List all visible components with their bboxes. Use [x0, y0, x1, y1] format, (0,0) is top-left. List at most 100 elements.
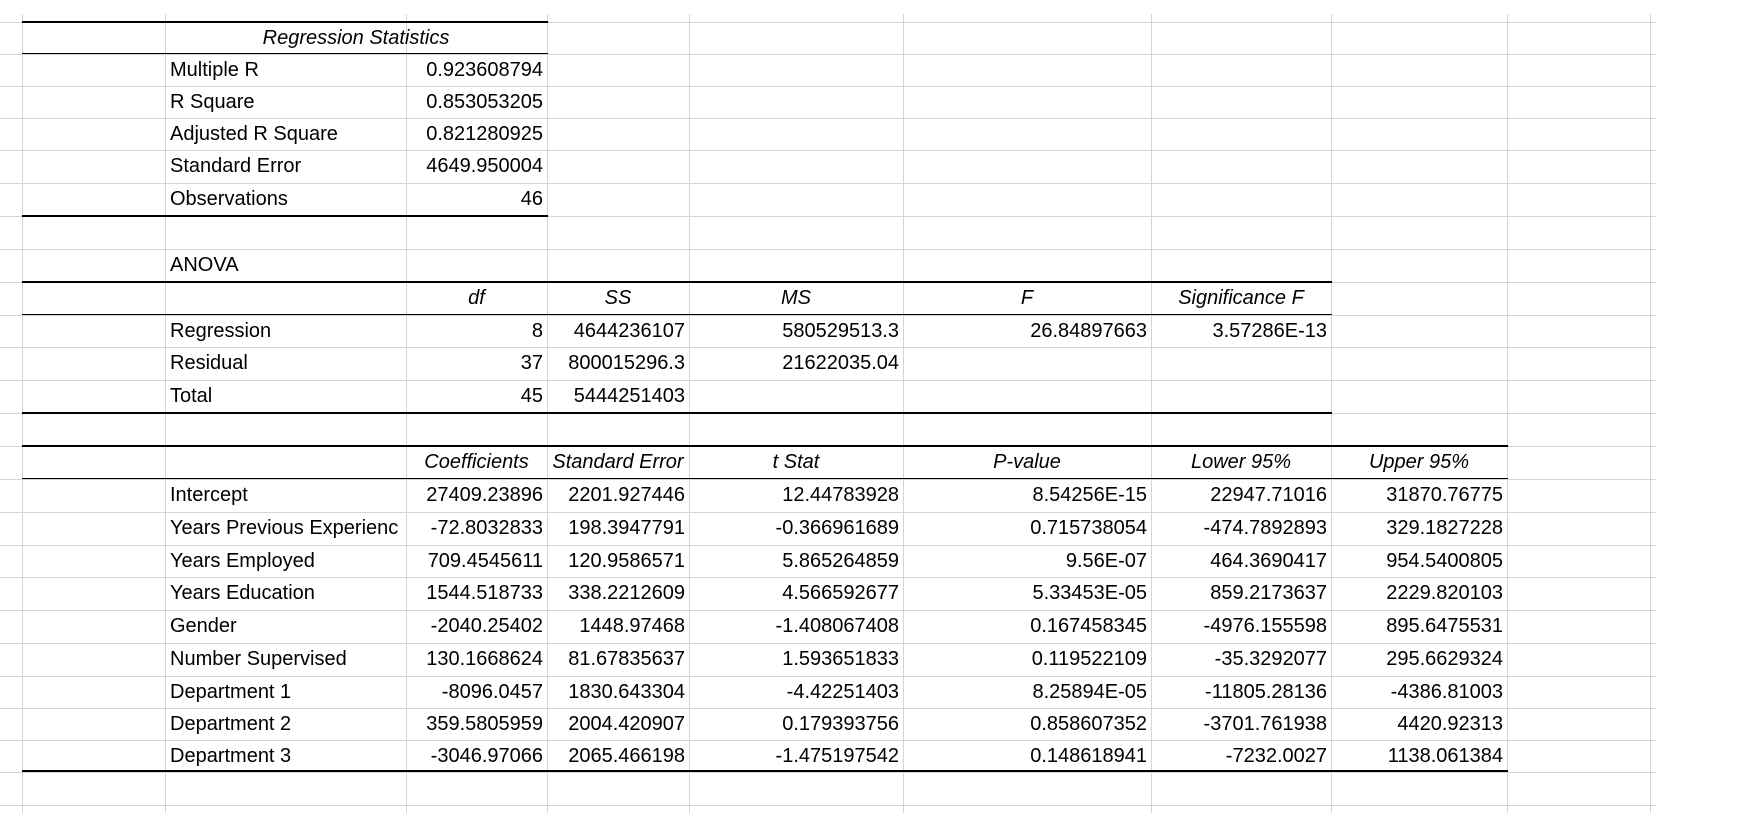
- spreadsheet-grid[interactable]: Regression Statistics Multiple R 0.92360…: [0, 0, 1749, 813]
- anova-header-f[interactable]: F: [903, 282, 1151, 314]
- coef-cell[interactable]: 12.44783928: [689, 479, 903, 511]
- stat-label[interactable]: Observations: [165, 183, 406, 215]
- coef-cell[interactable]: 5.33453E-05: [903, 577, 1151, 609]
- coef-row-label[interactable]: Department 2: [165, 708, 406, 740]
- coef-header-upper-95[interactable]: Upper 95%: [1331, 446, 1507, 478]
- coef-cell[interactable]: 81.67835637: [547, 643, 689, 675]
- coef-cell[interactable]: 0.148618941: [903, 740, 1151, 772]
- anova-cell[interactable]: 37: [406, 347, 547, 379]
- coef-cell[interactable]: 0.119522109: [903, 643, 1151, 675]
- coef-header-t-stat[interactable]: t Stat: [689, 446, 903, 478]
- coef-cell[interactable]: -474.7892893: [1151, 512, 1331, 544]
- anova-cell[interactable]: 4644236107: [547, 315, 689, 347]
- coef-row-label[interactable]: Years Previous Experienc: [165, 512, 406, 544]
- coef-cell[interactable]: 859.2173637: [1151, 577, 1331, 609]
- coef-cell[interactable]: 338.2212609: [547, 577, 689, 609]
- coef-header-p-value[interactable]: P-value: [903, 446, 1151, 478]
- coef-cell[interactable]: -8096.0457: [406, 676, 547, 708]
- stat-value[interactable]: 0.923608794: [406, 54, 547, 86]
- coef-cell[interactable]: 464.3690417: [1151, 545, 1331, 577]
- coef-row-label[interactable]: Gender: [165, 610, 406, 642]
- anova-row-label[interactable]: Regression: [165, 315, 406, 347]
- coef-cell[interactable]: -4976.155598: [1151, 610, 1331, 642]
- coef-cell[interactable]: 22947.71016: [1151, 479, 1331, 511]
- anova-cell[interactable]: 3.57286E-13: [1151, 315, 1331, 347]
- coef-cell[interactable]: 0.715738054: [903, 512, 1151, 544]
- coef-row-label[interactable]: Department 1: [165, 676, 406, 708]
- anova-header-ss[interactable]: SS: [547, 282, 689, 314]
- coef-cell[interactable]: 8.54256E-15: [903, 479, 1151, 511]
- anova-title[interactable]: ANOVA: [165, 249, 406, 281]
- coef-header-standard-error[interactable]: Standard Error: [547, 446, 689, 478]
- coef-cell[interactable]: 4.566592677: [689, 577, 903, 609]
- coef-header-lower-95[interactable]: Lower 95%: [1151, 446, 1331, 478]
- coef-cell[interactable]: 0.858607352: [903, 708, 1151, 740]
- anova-cell[interactable]: 21622035.04: [689, 347, 903, 379]
- coef-cell[interactable]: 2229.820103: [1331, 577, 1507, 609]
- anova-row-label[interactable]: Residual: [165, 347, 406, 379]
- coef-cell[interactable]: 954.5400805: [1331, 545, 1507, 577]
- coef-cell[interactable]: -3701.761938: [1151, 708, 1331, 740]
- coef-row-label[interactable]: Years Education: [165, 577, 406, 609]
- coef-row-label[interactable]: Years Employed: [165, 545, 406, 577]
- anova-cell[interactable]: 8: [406, 315, 547, 347]
- coef-row-label[interactable]: Department 3: [165, 740, 406, 772]
- coef-cell[interactable]: -7232.0027: [1151, 740, 1331, 772]
- stat-value[interactable]: 0.853053205: [406, 86, 547, 118]
- coef-cell[interactable]: -0.366961689: [689, 512, 903, 544]
- coef-cell[interactable]: 1830.643304: [547, 676, 689, 708]
- coef-cell[interactable]: 295.6629324: [1331, 643, 1507, 675]
- coef-cell[interactable]: 1138.061384: [1331, 740, 1507, 772]
- anova-row-label[interactable]: Total: [165, 380, 406, 412]
- coef-cell[interactable]: -2040.25402: [406, 610, 547, 642]
- coef-cell[interactable]: 130.1668624: [406, 643, 547, 675]
- coef-cell[interactable]: 27409.23896: [406, 479, 547, 511]
- anova-cell[interactable]: 800015296.3: [547, 347, 689, 379]
- coef-cell[interactable]: 0.167458345: [903, 610, 1151, 642]
- coef-cell[interactable]: 4420.92313: [1331, 708, 1507, 740]
- anova-header-significance-f[interactable]: Significance F: [1151, 282, 1331, 314]
- coef-cell[interactable]: 359.5805959: [406, 708, 547, 740]
- coef-cell[interactable]: 2201.927446: [547, 479, 689, 511]
- coef-row-label[interactable]: Intercept: [165, 479, 406, 511]
- coef-cell[interactable]: -11805.28136: [1151, 676, 1331, 708]
- coef-cell[interactable]: 120.9586571: [547, 545, 689, 577]
- stat-label[interactable]: Adjusted R Square: [165, 118, 406, 150]
- stat-value[interactable]: 4649.950004: [406, 150, 547, 182]
- coef-cell[interactable]: 1544.518733: [406, 577, 547, 609]
- coef-cell[interactable]: 9.56E-07: [903, 545, 1151, 577]
- coef-cell[interactable]: -4386.81003: [1331, 676, 1507, 708]
- coef-cell[interactable]: 1.593651833: [689, 643, 903, 675]
- coef-cell[interactable]: -1.408067408: [689, 610, 903, 642]
- coef-cell[interactable]: -4.42251403: [689, 676, 903, 708]
- anova-cell[interactable]: 5444251403: [547, 380, 689, 412]
- coef-cell[interactable]: 198.3947791: [547, 512, 689, 544]
- coef-cell[interactable]: 0.179393756: [689, 708, 903, 740]
- stat-label[interactable]: Standard Error: [165, 150, 406, 182]
- coef-cell[interactable]: 8.25894E-05: [903, 676, 1151, 708]
- coef-cell[interactable]: -72.8032833: [406, 512, 547, 544]
- coef-row-label[interactable]: Number Supervised: [165, 643, 406, 675]
- stat-value[interactable]: 0.821280925: [406, 118, 547, 150]
- coef-cell[interactable]: 329.1827228: [1331, 512, 1507, 544]
- coef-cell[interactable]: -1.475197542: [689, 740, 903, 772]
- coef-cell[interactable]: 5.865264859: [689, 545, 903, 577]
- coef-cell[interactable]: 2004.420907: [547, 708, 689, 740]
- coef-cell[interactable]: -35.3292077: [1151, 643, 1331, 675]
- anova-cell[interactable]: 45: [406, 380, 547, 412]
- coef-cell[interactable]: 31870.76775: [1331, 479, 1507, 511]
- stat-label[interactable]: Multiple R: [165, 54, 406, 86]
- coef-cell[interactable]: 895.6475531: [1331, 610, 1507, 642]
- coef-cell[interactable]: 1448.97468: [547, 610, 689, 642]
- stat-value[interactable]: 46: [406, 183, 547, 215]
- anova-header-ms[interactable]: MS: [689, 282, 903, 314]
- anova-cell[interactable]: 26.84897663: [903, 315, 1151, 347]
- regression-statistics-title[interactable]: Regression Statistics: [165, 22, 547, 54]
- coef-cell[interactable]: 709.4545611: [406, 545, 547, 577]
- coef-cell[interactable]: 2065.466198: [547, 740, 689, 772]
- coef-cell[interactable]: -3046.97066: [406, 740, 547, 772]
- anova-cell[interactable]: 580529513.3: [689, 315, 903, 347]
- anova-header-df[interactable]: df: [406, 282, 547, 314]
- stat-label[interactable]: R Square: [165, 86, 406, 118]
- coef-header-coefficients[interactable]: Coefficients: [406, 446, 547, 478]
